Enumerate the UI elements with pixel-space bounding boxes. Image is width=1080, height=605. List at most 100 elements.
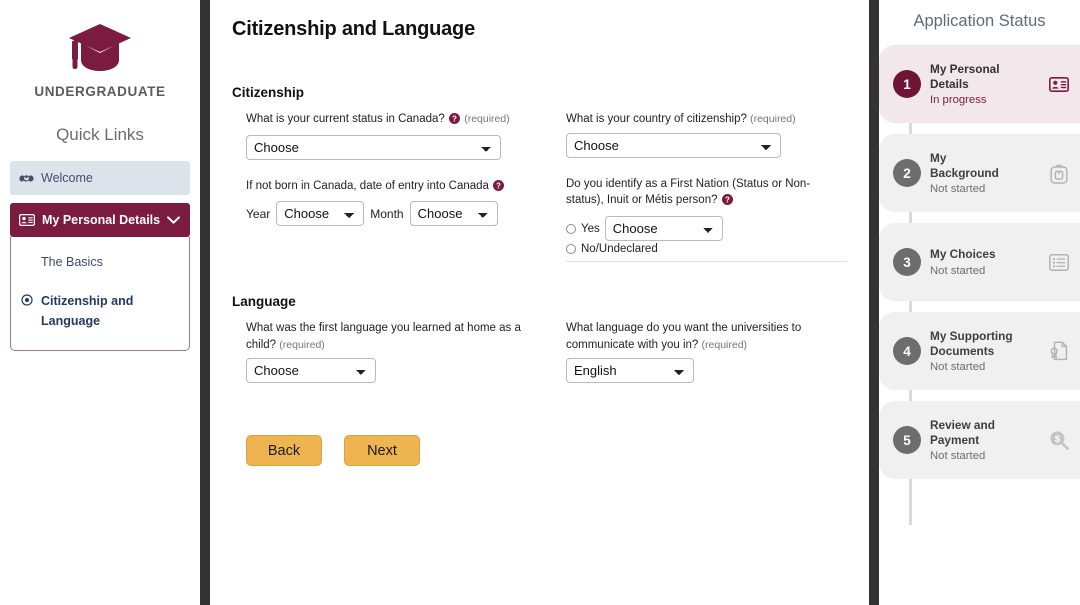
- step-text: My Choices Not started: [930, 247, 1039, 276]
- sidebar-subitem-citizenship-and-language-label: Citizenship and Language: [41, 294, 134, 328]
- citizenship-right-column: What is your country of citizenship? (re…: [566, 111, 847, 280]
- step-text: My Personal Details In progress: [930, 62, 1039, 107]
- form-actions: Back Next: [232, 435, 847, 467]
- help-icon[interactable]: ?: [493, 179, 505, 197]
- field-first-language-label: What was the first language you learned …: [246, 320, 548, 353]
- help-icon[interactable]: ?: [449, 113, 460, 130]
- radio-yes-label: Yes: [581, 222, 600, 235]
- field-current-status-canada: What is your current status in Canada? ?…: [246, 111, 548, 160]
- left-separator-bar: [200, 0, 210, 605]
- right-separator-bar: [869, 0, 879, 605]
- chevron-down-icon[interactable]: [167, 213, 180, 227]
- step-number: 2: [893, 159, 921, 187]
- section-heading-language: Language: [232, 294, 296, 310]
- back-button[interactable]: Back: [246, 435, 322, 467]
- field-date-entry-canada-label: If not born in Canada, date of entry int…: [246, 178, 548, 197]
- field-current-status-canada-label: What is your current status in Canada? ?…: [246, 111, 548, 130]
- sidebar-subitem-citizenship-and-language[interactable]: Citizenship and Language: [19, 289, 181, 334]
- section-heading-citizenship: Citizenship: [232, 85, 305, 100]
- required-marker: (required): [464, 113, 510, 125]
- svg-text:?: ?: [496, 181, 501, 190]
- field-indigenous-identity-label: Do you identify as a First Nation (Statu…: [566, 176, 847, 211]
- quick-links-title: Quick Links: [56, 125, 144, 144]
- language-fields: What was the first language you learned …: [232, 320, 847, 401]
- communication-language-select[interactable]: English: [566, 358, 694, 384]
- field-date-entry-canada: If not born in Canada, date of entry int…: [246, 178, 548, 227]
- field-indigenous-identity: Do you identify as a First Nation (Statu…: [566, 176, 847, 263]
- application-status-title: Application Status: [913, 12, 1046, 30]
- required-marker: (required): [701, 338, 748, 351]
- status-steps: 1 My Personal Details In progress 2 My B…: [879, 45, 1080, 525]
- step-name: My Supporting Documents: [930, 328, 1013, 358]
- money-search-icon: $: [1048, 430, 1070, 450]
- sidebar-item-welcome-label: Welcome: [41, 171, 93, 185]
- entry-month-select[interactable]: Choose: [409, 201, 498, 227]
- indigenous-yes-row: Yes Choose: [566, 216, 847, 242]
- status-step-review-and-payment[interactable]: 5 Review and Payment Not started $: [879, 401, 1080, 479]
- graduation-cap-icon: [67, 22, 133, 74]
- radio-yes[interactable]: [566, 223, 576, 234]
- section-divider: [566, 261, 847, 263]
- required-marker: (required): [750, 113, 796, 125]
- label-text: What is your country of citizenship?: [566, 113, 747, 125]
- sidebar-item-my-personal-details[interactable]: My Personal Details: [10, 203, 190, 237]
- step-number: 3: [893, 248, 921, 276]
- help-icon[interactable]: ?: [721, 194, 733, 211]
- handshake-icon: [19, 173, 34, 184]
- step-status: Not started: [930, 183, 986, 196]
- label-text: If not born in Canada, date of entry int…: [246, 179, 489, 192]
- step-status: Not started: [930, 264, 986, 277]
- sidebar-subitem-the-basics[interactable]: The Basics: [19, 250, 181, 275]
- field-country-citizenship-label: What is your country of citizenship? (re…: [566, 111, 847, 128]
- sidebar-subnav: The Basics Citizenship and Language: [10, 237, 190, 352]
- brand-name: UNDERGRADUATE: [34, 84, 166, 99]
- language-right-column: What language do you want the universiti…: [566, 320, 847, 401]
- left-sidebar: UNDERGRADUATE Quick Links Welcome My Per…: [0, 0, 200, 605]
- step-status: Not started: [930, 361, 986, 374]
- sidebar-item-welcome[interactable]: Welcome: [10, 161, 190, 195]
- list-icon: [1048, 253, 1070, 271]
- month-label: Month: [370, 206, 404, 221]
- status-step-my-background[interactable]: 2 My Background Not started: [879, 134, 1080, 212]
- current-status-canada-select[interactable]: Choose: [246, 134, 501, 160]
- required-marker: (required): [279, 338, 325, 351]
- backpack-icon: [1048, 163, 1070, 184]
- step-name: Review and Payment: [930, 417, 995, 447]
- application-status-panel: Application Status 1 My Personal Details…: [879, 0, 1080, 605]
- next-button[interactable]: Next: [344, 435, 420, 467]
- date-entry-row: Year Choose Month Choose: [246, 201, 548, 227]
- field-communication-language: What language do you want the universiti…: [566, 320, 847, 384]
- citizenship-left-column: What is your current status in Canada? ?…: [246, 111, 566, 280]
- citizenship-fields: What is your current status in Canada? ?…: [232, 111, 847, 280]
- id-card-icon: [1048, 76, 1070, 92]
- status-step-my-personal-details[interactable]: 1 My Personal Details In progress: [879, 45, 1080, 123]
- step-text: Review and Payment Not started: [930, 418, 1039, 463]
- step-number: 5: [893, 426, 921, 454]
- language-section: Language What was the first language you…: [232, 294, 847, 401]
- label-text: What is your current status in Canada?: [246, 113, 445, 125]
- label-text: What language do you want the universiti…: [566, 322, 802, 351]
- step-text: My Background Not started: [930, 151, 1039, 196]
- entry-year-select[interactable]: Choose: [276, 201, 365, 227]
- step-name: My Personal Details: [930, 61, 1000, 91]
- step-number: 4: [893, 337, 921, 365]
- page-title: Citizenship and Language: [232, 18, 475, 40]
- target-circle-icon: [21, 293, 33, 312]
- document-seal-icon: [1048, 341, 1070, 361]
- main-content-panel: Citizenship and Language Citizenship Wha…: [210, 0, 869, 605]
- year-label: Year: [246, 206, 271, 221]
- first-language-select[interactable]: Choose: [246, 358, 376, 384]
- step-status: In progress: [930, 94, 987, 107]
- indigenous-no-row: No/Undeclared: [566, 243, 847, 255]
- status-step-my-choices[interactable]: 3 My Choices Not started: [879, 223, 1080, 301]
- sidebar-subitem-the-basics-label: The Basics: [41, 255, 103, 269]
- id-card-icon: [19, 214, 35, 226]
- status-step-my-supporting-documents[interactable]: 4 My Supporting Documents Not started: [879, 312, 1080, 390]
- country-citizenship-select[interactable]: Choose: [566, 132, 781, 158]
- language-left-column: What was the first language you learned …: [246, 320, 566, 401]
- indigenous-group-select[interactable]: Choose: [604, 216, 723, 242]
- sidebar-item-my-personal-details-label: My Personal Details: [42, 213, 161, 227]
- svg-text:?: ?: [725, 196, 730, 205]
- radio-no-undeclared[interactable]: [566, 244, 576, 255]
- field-communication-language-label: What language do you want the universiti…: [566, 320, 847, 353]
